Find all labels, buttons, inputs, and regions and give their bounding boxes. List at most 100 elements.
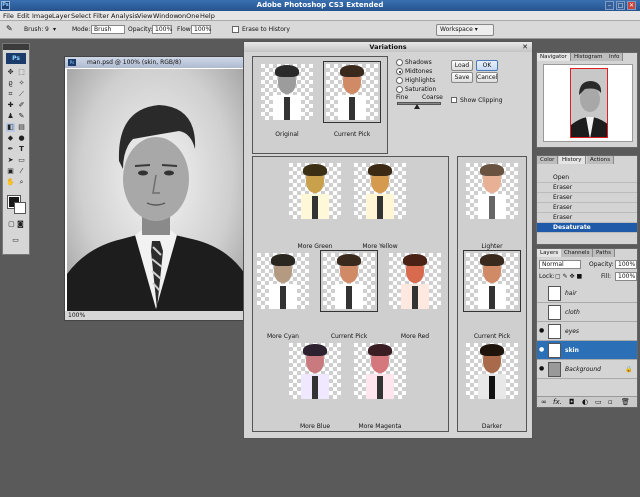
layer-background[interactable]: ● Background 🔒 xyxy=(537,360,637,379)
pen-tool-icon[interactable]: ✒ xyxy=(6,145,15,154)
slider-thumb[interactable] xyxy=(414,104,420,109)
history-item[interactable]: Open xyxy=(537,173,637,183)
brush-size[interactable]: 9 xyxy=(45,26,49,33)
magic-wand-tool-icon[interactable]: ✧ xyxy=(17,79,26,88)
close-button[interactable]: ✕ xyxy=(627,1,636,10)
navigator-preview[interactable] xyxy=(543,64,633,142)
healing-tool-icon[interactable]: ✚ xyxy=(6,101,15,110)
eraser-tool-icon[interactable]: ◧ xyxy=(6,123,15,132)
gradient-tool-icon[interactable]: ▤ xyxy=(17,123,26,132)
tab-navigator[interactable]: Navigator xyxy=(537,53,571,61)
blend-mode-select[interactable]: Normal xyxy=(539,260,581,269)
move-tool-icon[interactable]: ✥ xyxy=(6,68,15,77)
shadows-radio[interactable] xyxy=(396,59,403,66)
menu-view[interactable]: View xyxy=(137,12,152,20)
more-yellow-thumbnail[interactable] xyxy=(354,163,406,219)
lock-icons[interactable]: ▢ ✎ ✥ ■ xyxy=(555,273,582,280)
darker-thumbnail[interactable] xyxy=(466,343,518,399)
saturation-radio[interactable] xyxy=(396,86,403,93)
notes-tool-icon[interactable]: ▣ xyxy=(6,167,15,176)
load-button[interactable]: Load xyxy=(451,60,473,71)
layer-skin[interactable]: ● skin xyxy=(537,341,637,360)
tab-color[interactable]: Color xyxy=(537,156,559,164)
history-item[interactable]: Eraser xyxy=(537,193,637,203)
document-title[interactable]: man.psd @ 100% (skin, RGB/8) xyxy=(65,57,247,68)
zoom-level[interactable]: 100% xyxy=(68,312,85,319)
dialog-close-icon[interactable]: ✕ xyxy=(521,43,529,51)
save-button[interactable]: Save xyxy=(451,72,473,83)
fill-input[interactable]: 100% xyxy=(615,272,637,281)
blur-tool-icon[interactable]: ◆ xyxy=(6,134,15,143)
highlights-radio[interactable] xyxy=(396,77,403,84)
history-item-selected[interactable]: Desaturate xyxy=(537,223,637,233)
new-layer-icon[interactable]: ▫ xyxy=(608,398,613,406)
menu-filter[interactable]: Filter xyxy=(93,12,109,20)
midtones-radio[interactable] xyxy=(396,68,403,75)
more-red-thumbnail[interactable] xyxy=(389,253,441,309)
path-selection-tool-icon[interactable]: ➤ xyxy=(6,156,15,165)
crop-tool-icon[interactable]: ⌗ xyxy=(6,90,15,99)
slice-tool-icon[interactable]: ⟋ xyxy=(17,90,26,99)
lighter-thumbnail[interactable] xyxy=(466,163,518,219)
original-thumbnail[interactable] xyxy=(261,64,313,120)
tab-channels[interactable]: Channels xyxy=(561,249,594,257)
menu-onone[interactable]: onOne xyxy=(178,12,199,20)
more-blue-thumbnail[interactable] xyxy=(289,343,341,399)
visibility-eye-icon[interactable]: ● xyxy=(539,366,545,372)
history-brush-tool-icon[interactable]: ✎ xyxy=(17,112,26,121)
ok-button[interactable]: OK xyxy=(476,60,498,71)
history-item[interactable]: Eraser xyxy=(537,203,637,213)
eraser-tool-icon[interactable]: ✎ xyxy=(6,24,13,33)
quick-mask-icon[interactable]: ▢ ◙ xyxy=(6,220,26,229)
menu-select[interactable]: Select xyxy=(71,12,91,20)
background-color-swatch[interactable] xyxy=(14,202,26,214)
trash-icon[interactable]: 🗑 xyxy=(621,398,630,406)
layer-hair[interactable]: hair xyxy=(537,284,637,303)
eyedropper-tool-icon[interactable]: ⁄ xyxy=(17,167,26,176)
menu-image[interactable]: Image xyxy=(32,12,52,20)
more-magenta-thumbnail[interactable] xyxy=(354,343,406,399)
layer-eyes[interactable]: ● eyes xyxy=(537,322,637,341)
workspace-menu[interactable]: Workspace ▾ xyxy=(436,24,494,36)
menu-layer[interactable]: Layer xyxy=(52,12,70,20)
document-canvas[interactable] xyxy=(67,69,245,311)
variations-title[interactable]: Variations xyxy=(244,42,532,52)
tab-actions[interactable]: Actions xyxy=(587,156,615,164)
opacity-input[interactable]: 100% xyxy=(152,25,172,34)
menu-edit[interactable]: Edit xyxy=(17,12,30,20)
layer-opacity-input[interactable]: 100% xyxy=(615,260,637,269)
mode-select[interactable]: Brush xyxy=(91,25,125,34)
adjustment-icon[interactable]: ◐ xyxy=(582,398,588,406)
menu-window[interactable]: Window xyxy=(153,12,179,20)
tab-history[interactable]: History xyxy=(559,156,586,164)
tab-paths[interactable]: Paths xyxy=(593,249,615,257)
menu-help[interactable]: Help xyxy=(200,12,215,20)
history-item[interactable]: Eraser xyxy=(537,213,637,223)
zoom-tool-icon[interactable]: ⌕ xyxy=(17,178,26,187)
maximize-button[interactable]: □ xyxy=(616,1,625,10)
stamp-tool-icon[interactable]: ♟ xyxy=(6,112,15,121)
visibility-eye-icon[interactable]: ● xyxy=(539,347,545,353)
brush-tool-icon[interactable]: ✐ xyxy=(17,101,26,110)
lasso-tool-icon[interactable]: ϱ xyxy=(6,79,15,88)
hand-tool-icon[interactable]: ✋ xyxy=(6,178,15,187)
erase-history-checkbox[interactable] xyxy=(232,26,239,33)
history-item[interactable]: Eraser xyxy=(537,183,637,193)
mask-icon[interactable]: ◘ xyxy=(569,398,575,406)
screen-mode-icon[interactable]: ▭ xyxy=(11,236,20,245)
menu-file[interactable]: File xyxy=(3,12,14,20)
cancel-button[interactable]: Cancel xyxy=(476,72,498,83)
flow-input[interactable]: 100% xyxy=(191,25,211,34)
toolbox-grip[interactable] xyxy=(3,44,29,50)
type-tool-icon[interactable]: T xyxy=(17,145,26,154)
more-green-thumbnail[interactable] xyxy=(289,163,341,219)
tab-info[interactable]: Info xyxy=(606,53,624,61)
shape-tool-icon[interactable]: ▭ xyxy=(17,156,26,165)
tab-histogram[interactable]: Histogram xyxy=(571,53,607,61)
minimize-button[interactable]: – xyxy=(605,1,614,10)
brush-dropdown-icon[interactable]: ▾ xyxy=(53,26,56,33)
group-icon[interactable]: ▭ xyxy=(595,398,602,406)
layer-cloth[interactable]: cloth xyxy=(537,303,637,322)
link-icon[interactable]: ∞ xyxy=(541,398,547,406)
marquee-tool-icon[interactable]: ⬚ xyxy=(17,68,26,77)
